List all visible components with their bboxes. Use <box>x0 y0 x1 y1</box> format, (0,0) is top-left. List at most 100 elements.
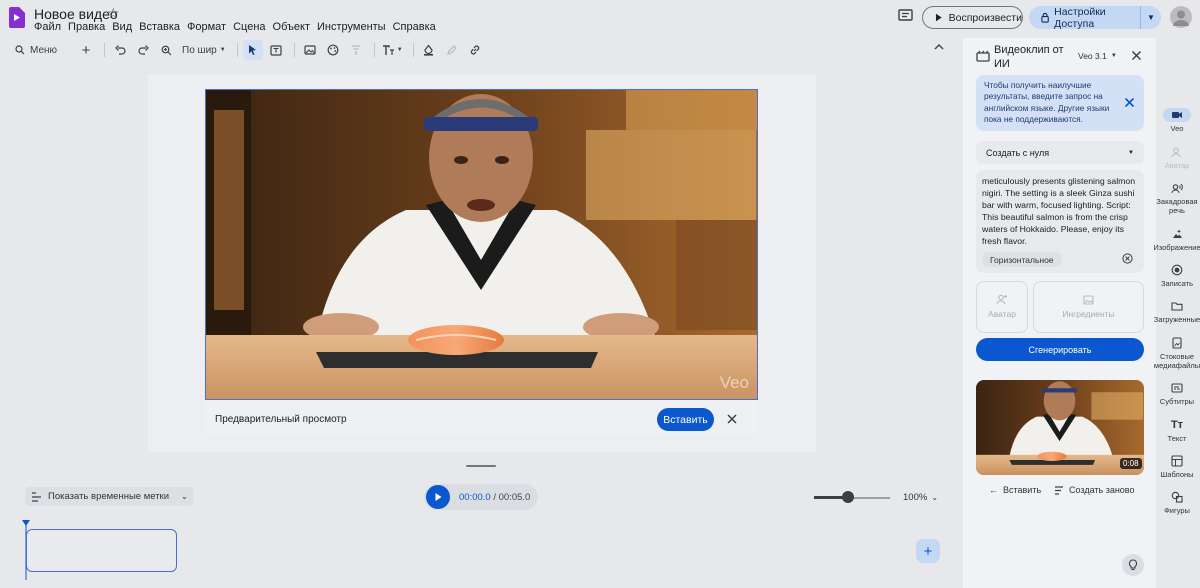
rail-label: Закадровая речь <box>1156 197 1198 215</box>
rail-item-text[interactable]: Tт Текст <box>1154 418 1200 443</box>
menu-scene[interactable]: Сцена <box>233 21 265 33</box>
create-mode-dropdown[interactable]: Создать с нуля ▼ <box>976 141 1144 164</box>
avatar-icon <box>1171 145 1183 159</box>
rail-item-avatar[interactable]: Аватар <box>1154 145 1200 170</box>
show-timestamps-button[interactable]: Показать временные метки ⌄ <box>25 487 194 506</box>
rail-item-templates[interactable]: Шаблоны <box>1154 454 1200 479</box>
rail-item-stock-media[interactable]: Стоковые медиафайлы <box>1154 336 1200 370</box>
border-color-icon[interactable] <box>442 40 462 60</box>
star-icon[interactable]: ☆ <box>107 5 120 22</box>
ingredients-card-label: Ингредиенты <box>1062 309 1115 319</box>
toolbar-divider <box>236 43 238 57</box>
rail-item-uploads[interactable]: Загруженные <box>1154 299 1200 324</box>
ingredients-card[interactable] <box>1033 281 1144 333</box>
add-scene-button[interactable]: + <box>916 539 940 563</box>
record-icon <box>1171 263 1183 277</box>
rail-item-veo[interactable]: Veo <box>1154 108 1200 133</box>
duration-badge: 0:08 <box>1120 458 1142 469</box>
play-button[interactable] <box>426 485 450 509</box>
subtitles-icon <box>1171 381 1183 395</box>
text-format-icon <box>382 44 394 55</box>
stock-media-icon <box>1171 336 1183 350</box>
text-style-dropdown[interactable]: ▼ <box>380 40 405 60</box>
time-readout: 00:00.0 / 00:05.0 <box>459 492 530 503</box>
lightbulb-icon[interactable] <box>1122 554 1144 576</box>
menu-search-label: Меню <box>30 44 58 56</box>
zoom-icon[interactable] <box>156 40 176 60</box>
resize-handle[interactable] <box>466 465 496 467</box>
play-icon <box>935 13 942 22</box>
menu-edit[interactable]: Правка <box>68 21 105 33</box>
zoom-level-label: 100% <box>903 492 928 503</box>
toolbar-divider <box>412 43 414 57</box>
rail-item-voiceover[interactable]: Закадровая речь <box>1154 181 1200 215</box>
image-icon <box>1171 227 1183 241</box>
panel-title: Видеоклип от ИИ <box>994 44 1064 70</box>
lock-icon <box>1041 12 1049 23</box>
toolbar: Меню + По шир ▼ ▼ <box>11 40 951 60</box>
toolbar-divider <box>293 43 295 57</box>
regenerate-button[interactable]: Создать заново <box>1054 485 1135 495</box>
account-avatar[interactable] <box>1170 6 1192 28</box>
insert-image-icon[interactable] <box>300 40 320 60</box>
close-panel-icon[interactable] <box>1131 50 1142 61</box>
orientation-chip[interactable]: Горизонтальное <box>982 252 1062 267</box>
avatar-add-icon <box>996 294 1008 305</box>
insert-button[interactable]: Вставить <box>657 408 714 431</box>
add-icon[interactable]: + <box>76 40 96 60</box>
theme-palette-icon[interactable] <box>323 40 343 60</box>
redo-icon[interactable] <box>133 40 153 60</box>
rail-label: Шаблоны <box>1160 470 1194 479</box>
rail-item-shapes[interactable]: Фигуры <box>1154 490 1200 515</box>
access-settings-button[interactable]: Настройки Доступа ▼ <box>1029 5 1161 30</box>
menu-view[interactable]: Вид <box>112 21 132 33</box>
access-settings-label: Настройки Доступа <box>1054 5 1106 30</box>
document-title[interactable]: Новое видео <box>34 6 118 22</box>
model-dropdown[interactable]: Veo 3.1 ▼ <box>1078 51 1117 61</box>
close-icon[interactable] <box>1124 97 1135 108</box>
menu-tools[interactable]: Инструменты <box>317 21 386 33</box>
rail-item-subtitles[interactable]: Субтитры <box>1154 381 1200 406</box>
link-icon[interactable] <box>465 40 485 60</box>
caret-down-icon: ▼ <box>1128 149 1134 156</box>
chevron-up-icon[interactable] <box>933 42 945 52</box>
menu-object[interactable]: Объект <box>273 21 310 33</box>
chevron-down-icon[interactable]: ▼ <box>1141 13 1161 22</box>
zoom-level-dropdown[interactable]: 100% ⌄ <box>903 492 938 503</box>
veo-icon <box>1163 108 1191 122</box>
fill-color-icon[interactable] <box>419 40 439 60</box>
rail-item-record[interactable]: Записать <box>1154 263 1200 288</box>
generated-clip-thumbnail[interactable] <box>976 380 1144 475</box>
zoom-fit-dropdown[interactable]: По шир ▼ <box>179 40 229 60</box>
zoom-fit-label: По шир <box>182 44 217 56</box>
arrow-left-icon: ← <box>989 485 998 495</box>
generate-button[interactable]: Сгенерировать <box>976 338 1144 361</box>
transitions-icon[interactable] <box>346 40 366 60</box>
comments-icon[interactable] <box>898 9 914 23</box>
rail-label: Изображение <box>1153 243 1200 252</box>
select-pointer-icon[interactable] <box>242 40 263 60</box>
chevron-down-icon: ⌄ <box>181 492 188 501</box>
video-preview[interactable]: Veo <box>205 89 758 400</box>
menu-insert[interactable]: Вставка <box>139 21 180 33</box>
clear-icon[interactable] <box>1122 253 1133 264</box>
close-icon[interactable] <box>726 413 738 425</box>
play-preview-button[interactable]: Воспроизвести <box>922 6 1023 29</box>
result-insert-button[interactable]: ← Вставить <box>989 485 1041 495</box>
menu-help[interactable]: Справка <box>393 21 436 33</box>
text-box-icon[interactable] <box>266 40 286 60</box>
undo-icon[interactable] <box>110 40 130 60</box>
prompt-text[interactable]: meticulously presents glistening salmon … <box>982 176 1138 247</box>
chevron-down-icon: ⌄ <box>931 493 939 502</box>
rail-label: Аватар <box>1164 161 1190 170</box>
menu-search-button[interactable]: Меню <box>11 40 61 60</box>
timeline-clip[interactable] <box>26 529 177 572</box>
avatar-card-label: Аватар <box>988 309 1016 319</box>
caret-down-icon: ▼ <box>1110 53 1117 59</box>
menu-format[interactable]: Формат <box>187 21 226 33</box>
rail-item-image[interactable]: Изображение <box>1153 227 1200 252</box>
avatar-card[interactable] <box>976 281 1028 333</box>
time-separator: / <box>490 492 499 503</box>
menu-file[interactable]: Файл <box>34 21 61 33</box>
vids-logo-icon[interactable] <box>9 7 25 28</box>
